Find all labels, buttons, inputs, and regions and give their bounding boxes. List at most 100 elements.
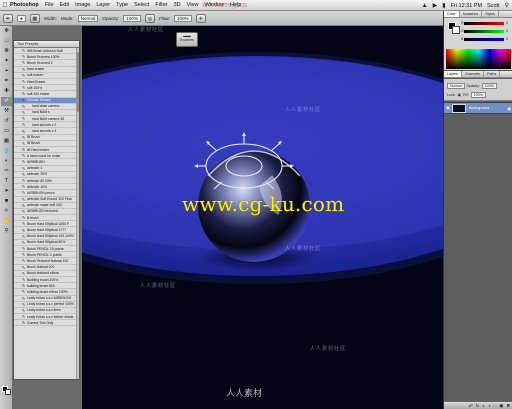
layer-style-icon[interactable]: fx <box>476 402 479 409</box>
blur-tool-icon[interactable]: 💧 <box>1 147 12 156</box>
lasso-tool-icon[interactable]: ❁ <box>1 47 12 56</box>
menu-select[interactable]: Select <box>134 2 149 8</box>
eyedropper-tool-icon[interactable]: ✒ <box>1 77 12 86</box>
tool-preset-item[interactable]: ✎ Current Tool Only <box>14 320 79 327</box>
menu-filter[interactable]: Filter <box>155 2 167 8</box>
menu-image[interactable]: Image <box>75 2 90 8</box>
width-label: Width: <box>43 15 57 21</box>
layer-name: Background <box>469 106 490 110</box>
tile-watermark: 人人素材社区 <box>285 246 322 252</box>
channel-g-slider[interactable] <box>464 30 504 33</box>
menu-3d[interactable]: 3D <box>174 2 181 8</box>
canvas-artwork <box>82 26 443 409</box>
mode-select[interactable]: Normal <box>77 14 99 22</box>
flow-field[interactable]: 100% <box>174 14 192 22</box>
shape-tool-icon[interactable]: ■ <box>1 197 12 206</box>
layer-mask-icon[interactable]: ◐ <box>482 402 485 409</box>
layer-row-background[interactable]: ◉ Background ▣ <box>444 102 512 114</box>
brush-tool-icon[interactable]: ✐ <box>1 97 12 106</box>
path-select-tool-icon[interactable]: ➤ <box>1 187 12 196</box>
move-tool-icon[interactable]: ✥ <box>1 27 12 36</box>
tool-preset-label: AIRBRUSH pencv <box>27 190 55 195</box>
channel-b-value[interactable]: 0 <box>506 37 508 41</box>
brush-panel-toggle[interactable]: ▦ <box>29 13 40 23</box>
color-panel-background[interactable] <box>452 26 460 34</box>
dodge-tool-icon[interactable]: ◐ <box>1 157 12 166</box>
blend-mode-select[interactable]: Normal <box>447 82 465 89</box>
channel-g-value[interactable]: 0 <box>506 29 508 33</box>
tab-color[interactable]: Color <box>444 11 460 17</box>
brush-preset-icon: ✎ <box>21 171 26 177</box>
layer-fill-field[interactable]: 100% <box>470 91 486 98</box>
apple-menu-icon[interactable]:  <box>0 2 10 9</box>
lock-icon[interactable]: ▣ <box>458 93 461 97</box>
delete-layer-icon[interactable]: ✖ <box>506 402 510 409</box>
tab-paths[interactable]: Paths <box>484 71 501 77</box>
tab-channels[interactable]: Channels <box>462 71 484 77</box>
tool-presets-scrollbar[interactable] <box>76 48 79 379</box>
battery-icon[interactable]: ▮ <box>442 2 445 9</box>
history-brush-tool-icon[interactable]: ↺ <box>1 117 12 126</box>
brush-preset-icon: ✎ <box>21 140 26 146</box>
tool-presets-title[interactable]: Tool Presets <box>14 41 79 48</box>
channel-b-slider[interactable] <box>464 38 504 41</box>
menu-file[interactable]: File <box>45 2 54 8</box>
tab-swatches[interactable]: Swatches <box>460 11 483 17</box>
quick-select-tool-icon[interactable]: ✦ <box>1 57 12 66</box>
color-spectrum-ramp[interactable] <box>446 49 511 69</box>
crop-tool-icon[interactable]: ⌖ <box>1 67 12 76</box>
type-tool-icon[interactable]: T <box>1 177 12 186</box>
gradient-tool-icon[interactable]: ▦ <box>1 137 12 146</box>
brush-preset-icon: ✎ <box>21 54 26 60</box>
new-layer-icon[interactable]: ▣ <box>499 402 503 409</box>
background-color-swatch[interactable] <box>5 389 11 395</box>
visibility-eye-icon[interactable]: ◉ <box>444 105 452 111</box>
brushes-mini-panel[interactable]: ▬▬ Brushes <box>176 32 198 47</box>
new-group-icon[interactable]: □ <box>494 402 497 409</box>
adjustment-layer-icon[interactable]: ◑ <box>488 402 491 409</box>
tab-layers[interactable]: Layers <box>444 71 462 77</box>
layers-panel-tabs: Layers Channels Paths <box>444 71 512 78</box>
brush-size-picker[interactable]: ● <box>17 14 26 22</box>
menu-view[interactable]: View <box>187 2 199 8</box>
tool-preset-label: soft 100% <box>27 85 43 90</box>
layer-opacity-label: Opacity: <box>466 83 480 88</box>
brush-preset-icon: ✎ <box>21 153 26 159</box>
zoom-tool-icon[interactable]: ⚲ <box>1 227 12 236</box>
volume-icon[interactable]: ▶ <box>433 2 438 9</box>
pressure-opacity-button[interactable]: ◎ <box>145 13 156 23</box>
tab-styles[interactable]: Styles <box>482 11 499 17</box>
pen-tool-icon[interactable]: ✑ <box>1 167 12 176</box>
channel-r-value[interactable]: 0 <box>506 21 508 25</box>
tool-preset-label: Brush Textured 100% <box>27 54 60 59</box>
clone-stamp-tool-icon[interactable]: ⚒ <box>1 107 12 116</box>
photoshop-window:  Photoshop File Edit Image Layer Type S… <box>0 0 512 409</box>
spotlight-icon[interactable]: ⚲ <box>505 2 509 9</box>
app-menu[interactable]: Photoshop <box>10 2 39 8</box>
brush-preset-icon: ✎ <box>21 258 26 264</box>
marquee-tool-icon[interactable]: □ <box>1 37 12 46</box>
menu-type[interactable]: Type <box>116 2 128 8</box>
tool-preset-label: Brush Hard Elliptical 80% <box>27 240 66 245</box>
tool-preset-picker[interactable]: ✒ <box>3 13 13 23</box>
opacity-field[interactable]: 100% <box>123 14 142 22</box>
document-canvas[interactable] <box>82 26 443 409</box>
healing-tool-icon[interactable]: ✚ <box>1 87 12 96</box>
wifi-icon[interactable]: ▲ <box>422 3 428 9</box>
layer-opacity-field[interactable]: 100% <box>481 82 497 89</box>
tool-preset-label: IB Brush <box>27 141 41 146</box>
link-layers-icon[interactable]: ☍ <box>468 402 472 409</box>
hand-tool-icon[interactable]: ✋ <box>1 217 12 226</box>
brush-preset-icon: ✎ <box>21 246 26 252</box>
3d-rotate-tool-icon[interactable]: ⚛ <box>1 207 12 216</box>
menu-edit[interactable]: Edit <box>60 2 69 8</box>
menu-layer[interactable]: Layer <box>96 2 110 8</box>
menubar-clock[interactable]: Fri 12:31 PM <box>451 3 482 9</box>
menubar-user[interactable]: Scott <box>487 3 500 9</box>
tool-preset-label: Hard Eraser <box>27 79 46 84</box>
scrollbar-thumb[interactable] <box>77 52 79 112</box>
airbrush-button[interactable]: ✈ <box>195 13 206 23</box>
color-panel: Color Swatches Styles R 0 G 0 B 0 <box>444 11 512 71</box>
eraser-tool-icon[interactable]: ▭ <box>1 127 12 136</box>
channel-r-slider[interactable] <box>464 22 504 25</box>
